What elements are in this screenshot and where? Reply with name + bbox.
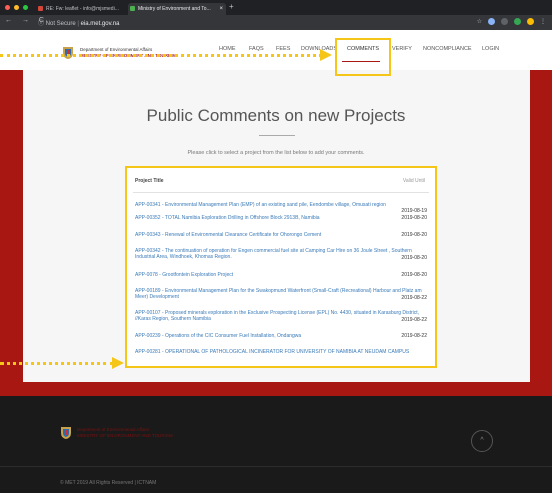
profile-avatar-icon[interactable]: [527, 18, 534, 25]
close-window-icon[interactable]: [5, 5, 10, 10]
browser-tab-ministry[interactable]: Ministry of Environment and To... ×: [128, 3, 226, 15]
minimize-window-icon[interactable]: [14, 5, 19, 10]
browser-menu-icon[interactable]: ⋮: [540, 18, 546, 25]
extension-icon[interactable]: [488, 18, 495, 25]
nav-login[interactable]: LOGIN: [482, 46, 499, 52]
nav-noncompliance[interactable]: NONCOMPLIANCE: [423, 46, 472, 52]
window-controls: [5, 5, 28, 10]
annotation-dotted-line: [0, 54, 322, 57]
browser-tab-mail[interactable]: RE: Fw: leaflet - info@mjsmedi...: [36, 3, 126, 15]
title-divider: [259, 135, 295, 136]
coat-of-arms-logo-icon[interactable]: [62, 46, 74, 60]
copyright-text: © MET 2019 All Rights Reserved | ICTNAM: [60, 480, 157, 486]
footer-divider: [0, 466, 552, 467]
extensions-area: ☆ ⋮: [477, 18, 546, 25]
page-title: Public Comments on new Projects: [146, 106, 406, 125]
site-header: Department of Environmental Affairs MINI…: [0, 30, 552, 70]
maximize-window-icon[interactable]: [23, 5, 28, 10]
nav-verify[interactable]: VERIFY: [392, 46, 412, 52]
close-tab-icon[interactable]: ×: [219, 3, 223, 15]
footer-department-name: Department of Environmental Affairs: [77, 427, 150, 432]
annotation-highlight-comments: [335, 38, 391, 76]
nav-fees[interactable]: FEES: [276, 46, 290, 52]
extension-icon[interactable]: [514, 18, 521, 25]
footer-coat-of-arms-icon: [61, 427, 71, 439]
footer-ministry-name: MINISTRY OF ENVIRONMENT AND TOURISM: [77, 433, 173, 438]
annotation-arrow-icon: [320, 49, 332, 61]
url-text: eia.met.gov.na: [80, 21, 120, 27]
address-bar: ← → C ⓘ Not Secure | eia.met.gov.na ☆ ⋮: [0, 15, 552, 30]
nav-home[interactable]: HOME: [219, 46, 236, 52]
browser-tab-bar: RE: Fw: leaflet - info@mjsmedi... Minist…: [0, 0, 552, 15]
annotation-dotted-line: [0, 362, 114, 365]
annotation-highlight-table: [125, 166, 437, 368]
extension-icon[interactable]: [501, 18, 508, 25]
nav-faqs[interactable]: FAQS: [249, 46, 264, 52]
bookmark-star-icon[interactable]: ☆: [477, 18, 482, 25]
not-secure-label: ⓘ Not Secure: [38, 21, 76, 27]
new-tab-icon[interactable]: +: [229, 2, 234, 11]
url-field[interactable]: ⓘ Not Secure | eia.met.gov.na: [38, 18, 120, 27]
scroll-to-top-button[interactable]: ^: [471, 430, 493, 452]
org-department-name: Department of Environmental Affairs: [80, 47, 153, 52]
ministry-favicon-icon: [130, 6, 135, 11]
annotation-arrow-icon: [112, 357, 124, 369]
site-footer: Department of Environmental Affairs MINI…: [0, 396, 552, 493]
mail-favicon-icon: [38, 6, 43, 11]
page-subtitle: Please click to select a project from th…: [187, 150, 365, 156]
